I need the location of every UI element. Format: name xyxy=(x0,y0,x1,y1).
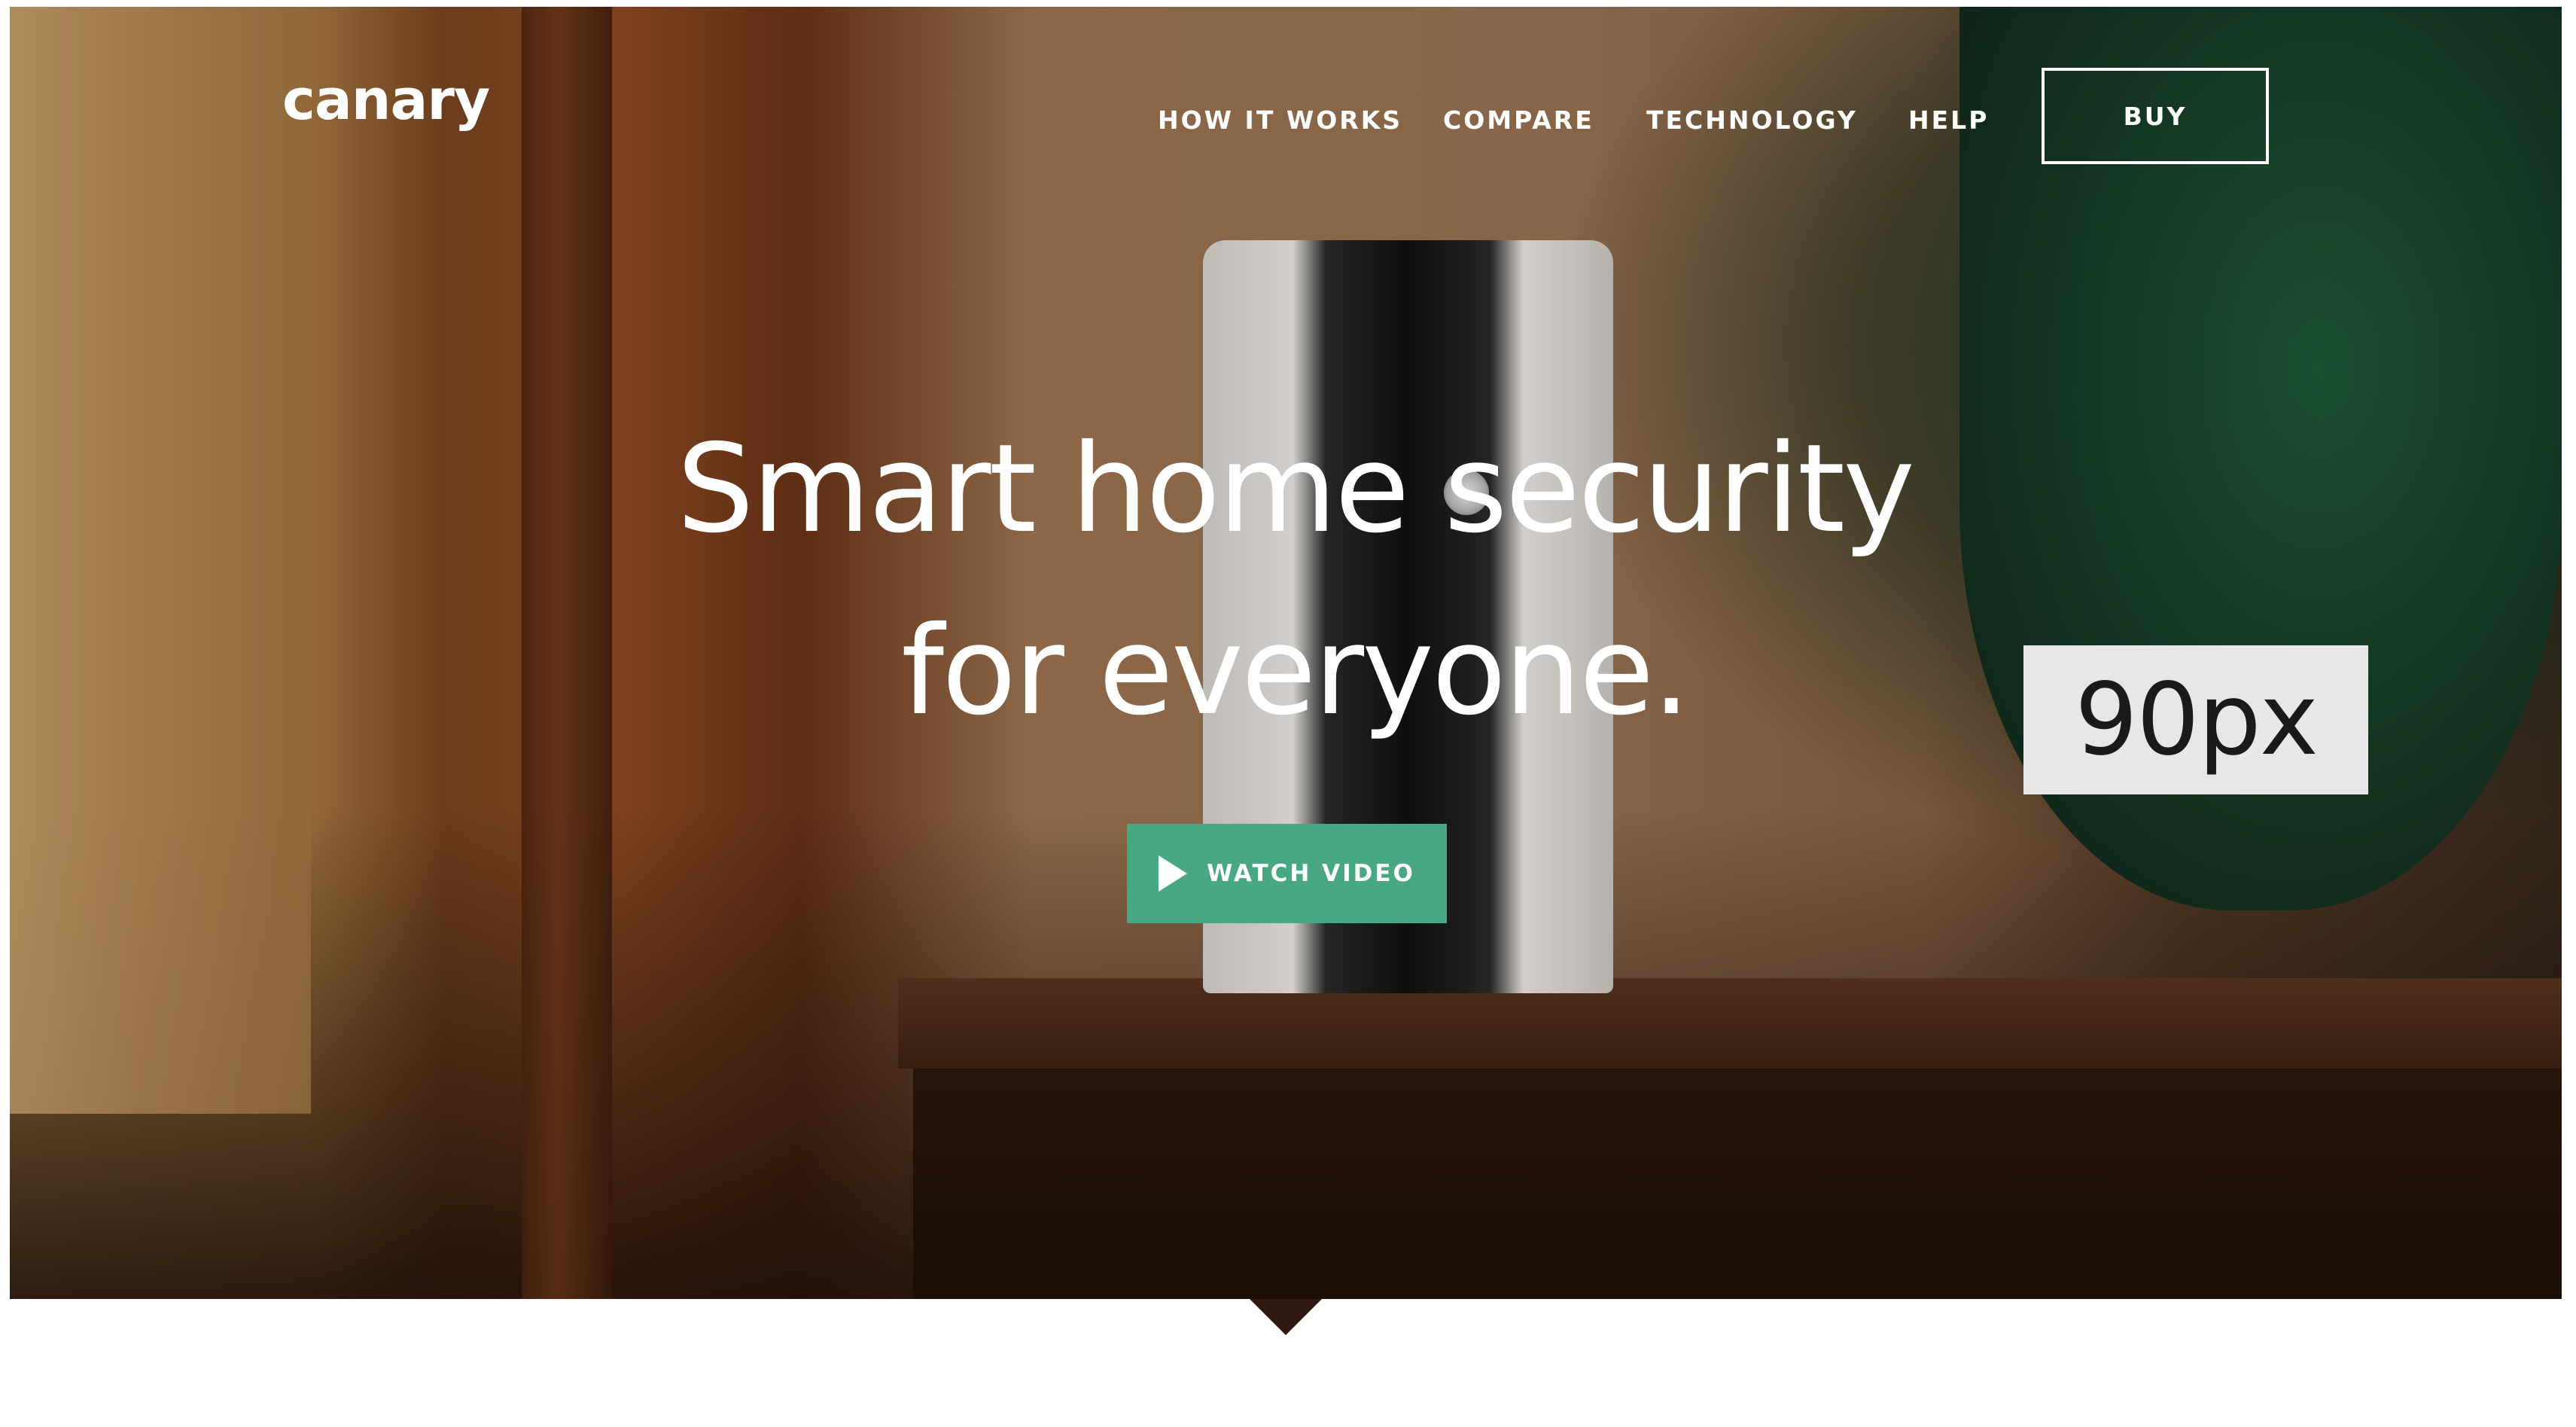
play-icon xyxy=(1159,855,1188,892)
page: canary HOW IT WORKS COMPARE TECHNOLOGY H… xyxy=(0,0,2576,1427)
nav-help[interactable]: HELP xyxy=(1908,105,1989,135)
headline-line-1: Smart home security xyxy=(676,419,1915,561)
nav-how-it-works[interactable]: HOW IT WORKS xyxy=(1158,105,1402,135)
buy-button[interactable]: BUY xyxy=(2042,68,2269,164)
canary-logo[interactable]: canary xyxy=(282,72,490,128)
section-caret-down-icon xyxy=(1250,1299,1322,1335)
hero-headline: Smart home security for everyone. xyxy=(527,428,2063,733)
watch-video-label: WATCH VIDEO xyxy=(1207,860,1415,887)
watch-video-button[interactable]: WATCH VIDEO xyxy=(1127,824,1447,923)
font-size-annotation: 90px xyxy=(2023,645,2368,794)
headline-line-2: for everyone. xyxy=(901,601,1691,743)
nav-compare[interactable]: COMPARE xyxy=(1443,105,1594,135)
nav-technology[interactable]: TECHNOLOGY xyxy=(1646,105,1858,135)
